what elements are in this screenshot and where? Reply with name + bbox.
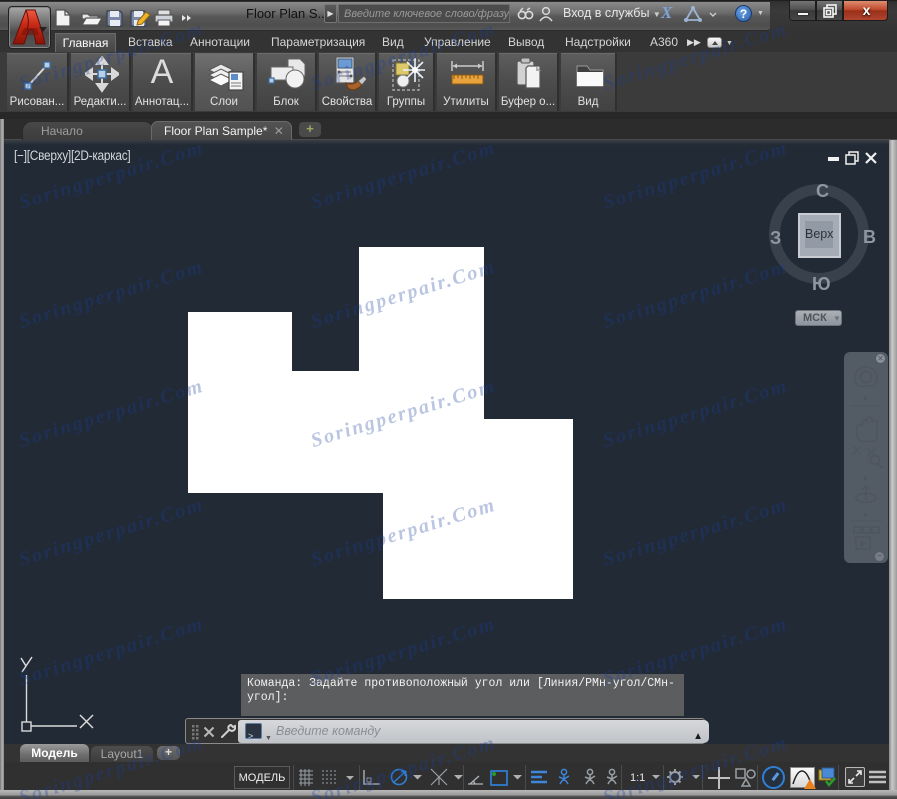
svg-text:1:1: 1:1: [630, 772, 645, 784]
